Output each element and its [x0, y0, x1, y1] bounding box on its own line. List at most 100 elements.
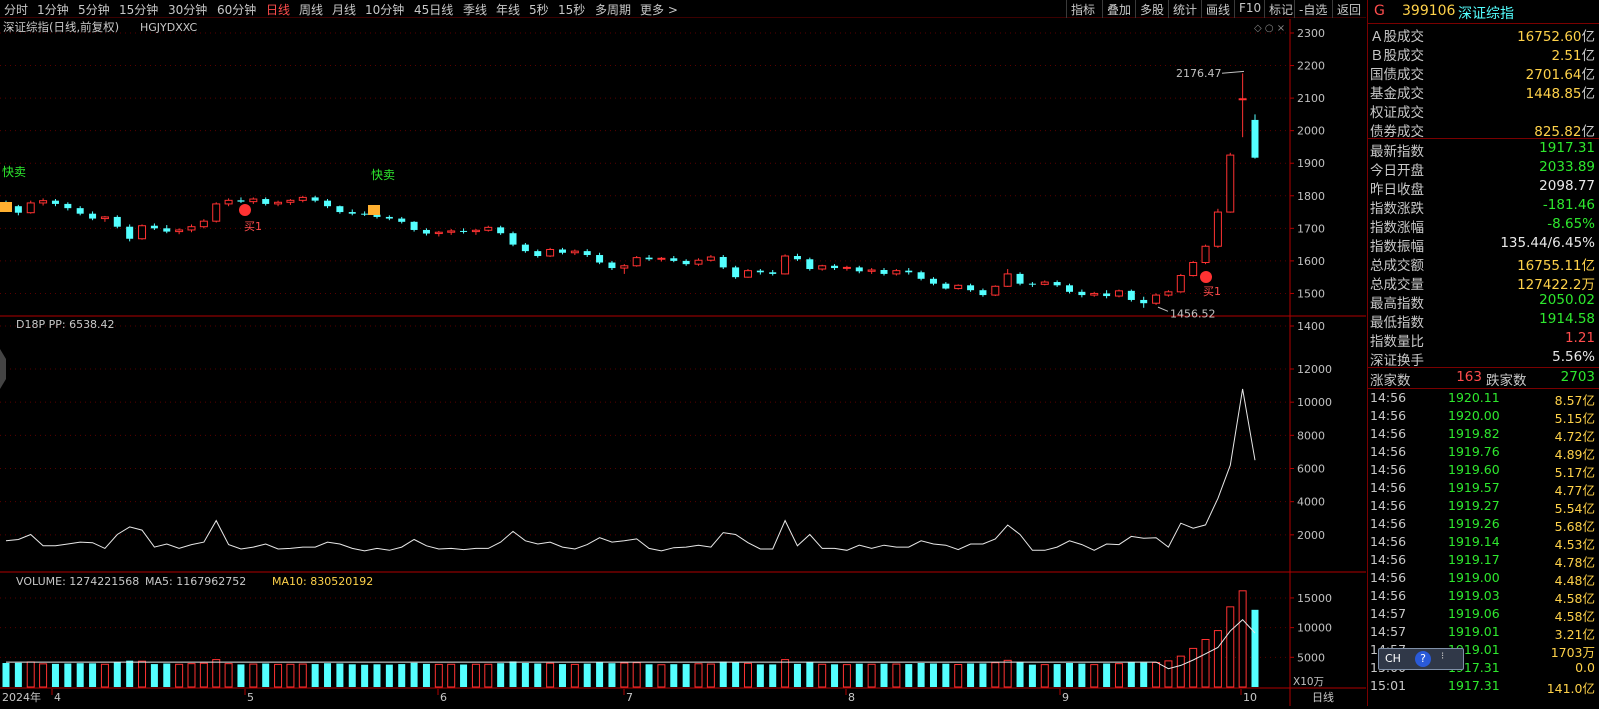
volume-bar-down	[113, 661, 121, 687]
toolbar-btn-2[interactable]: 多股	[1135, 0, 1168, 18]
price-tick-label: 2100	[1297, 92, 1325, 105]
kline-chart-area[interactable]: 2300 2200 2100 2000 1900 1800 1700 1600 1500 1400…	[0, 19, 1366, 706]
volume-bar-down	[51, 663, 59, 687]
candle-body-up	[175, 229, 184, 233]
ime-bar[interactable]: CH ? ⁝	[1378, 648, 1464, 670]
volume-bar-up	[175, 663, 184, 688]
high-price-pointer	[1221, 70, 1245, 74]
index-stat-row: 指数涨幅 -8.65%	[1368, 215, 1599, 236]
ime-lang[interactable]: CH	[1385, 652, 1401, 665]
period-tab-12[interactable]: 年线	[496, 1, 520, 18]
index-stat-row: 深证换手 5.56%	[1368, 348, 1599, 369]
tick-row[interactable]: 14:56 1919.03 4.58亿	[1368, 587, 1599, 606]
row-value: 127422.2万	[1517, 277, 1595, 293]
period-tab-9[interactable]: 10分钟	[365, 1, 404, 18]
unit: 亿	[1581, 124, 1596, 140]
tick-time: 14:56	[1370, 516, 1407, 531]
kline-chart[interactable]: 2300 2200 2100 2000 1900 1800 1700 1600 1500 1400…	[0, 19, 1366, 706]
volume-bar-up	[1201, 639, 1210, 688]
tick-row[interactable]: 14:56 1920.00 5.15亿	[1368, 407, 1599, 426]
toolbar-btn-7[interactable]: -自选	[1294, 0, 1332, 18]
period-tab-0[interactable]: 分时	[4, 1, 28, 18]
toolbar-btn-0[interactable]: 指标	[1066, 0, 1102, 18]
quote-header: G 399106 深证综指	[1368, 0, 1599, 24]
tick-row[interactable]: 14:56 1920.11 8.57亿	[1368, 389, 1599, 408]
period-tab-1[interactable]: 1分钟	[37, 1, 69, 18]
tick-row[interactable]: 14:57 1919.06 4.58亿	[1368, 605, 1599, 624]
volume-bar-down	[237, 664, 245, 687]
period-tab-5[interactable]: 60分钟	[217, 1, 256, 18]
tick-row[interactable]: 14:56 1919.17 4.78亿	[1368, 551, 1599, 570]
period-tab-2[interactable]: 5分钟	[78, 1, 110, 18]
volume-bar-down	[1103, 663, 1111, 687]
ime-menu-icon[interactable]: ⁝	[1441, 651, 1444, 662]
period-tab-4[interactable]: 30分钟	[168, 1, 207, 18]
candle-body-down	[596, 255, 604, 263]
low-price-label: 1456.52	[1170, 308, 1216, 321]
period-tab-15[interactable]: 多周期	[595, 1, 631, 18]
tick-price: 1919.76	[1448, 444, 1500, 459]
period-tab-10[interactable]: 45日线	[414, 1, 453, 18]
volume-bar-down	[348, 664, 356, 687]
volume-bar-down	[967, 663, 975, 687]
volume-bar-down	[497, 663, 505, 687]
toolbar-btn-4[interactable]: 画线	[1201, 0, 1234, 18]
tick-row[interactable]: 14:56 1919.00 4.48亿	[1368, 569, 1599, 588]
vol-label: VOLUME: 1274221568	[16, 575, 139, 588]
tick-row[interactable]: 14:56 1919.60 5.17亿	[1368, 461, 1599, 480]
tick-time: 14:56	[1370, 552, 1407, 567]
toolbar-btn-6[interactable]: 标记	[1264, 0, 1294, 18]
tick-row[interactable]: 14:56 1919.57 4.77亿	[1368, 479, 1599, 498]
candle-body-down	[793, 256, 801, 260]
volume-bar-up	[1090, 664, 1099, 688]
turnover-row: Ｂ股成交 2.51亿	[1368, 43, 1599, 64]
osc-tick-label: 2000	[1297, 529, 1325, 542]
tick-row[interactable]: 14:56 1919.27 5.54亿	[1368, 497, 1599, 516]
period-tab-16[interactable]: 更多 >	[640, 1, 678, 18]
toolbar-btn-8[interactable]: 返回	[1332, 0, 1366, 18]
turnover-section: Ａ股成交 16752.60亿 Ｂ股成交 2.51亿 国债成交 2701.64亿 基金成交 14…	[1368, 24, 1599, 140]
tick-row[interactable]: 14:56 1919.82 4.72亿	[1368, 425, 1599, 444]
row-label: 今日开盘	[1370, 163, 1424, 179]
volume-bar-down	[732, 661, 740, 687]
volume-bar-down	[1127, 662, 1135, 687]
tick-row[interactable]: 15:01 1917.31 141.0亿	[1368, 677, 1599, 696]
candle-body-down	[398, 218, 406, 222]
candle-body-up	[954, 284, 963, 290]
candle-body-down	[422, 229, 430, 234]
tick-row[interactable]: 14:57 1919.01 3.21亿	[1368, 623, 1599, 642]
tick-row[interactable]: 14:56 1919.76 4.89亿	[1368, 443, 1599, 462]
toolbar-btn-5[interactable]: F10	[1234, 0, 1264, 18]
tick-row[interactable]: 14:56 1919.14 4.53亿	[1368, 533, 1599, 552]
help-icon[interactable]: ?	[1415, 651, 1431, 667]
candle-body-up	[1201, 245, 1210, 264]
period-tab-7[interactable]: 周线	[299, 1, 323, 18]
candle-body-up	[1176, 275, 1185, 293]
period-tab-6[interactable]: 日线	[266, 1, 290, 18]
candle-body-up	[620, 265, 629, 269]
turnover-row: Ａ股成交 16752.60亿	[1368, 24, 1599, 45]
period-tab-13[interactable]: 5秒	[529, 1, 549, 18]
candle-body-down	[1127, 290, 1135, 300]
candle-body-up	[212, 203, 221, 222]
period-tab-11[interactable]: 季线	[463, 1, 487, 18]
candle-body-up	[1164, 291, 1173, 296]
price-tick-label: 2200	[1297, 60, 1325, 73]
row-value: 16752.60亿	[1517, 25, 1595, 45]
period-tab-14[interactable]: 15秒	[558, 1, 585, 18]
volume-bar-up	[706, 663, 715, 688]
toolbar-btn-3[interactable]: 统计	[1168, 0, 1201, 18]
vol-tick-label: 10000	[1297, 622, 1332, 635]
toolbar-btn-1[interactable]: 叠加	[1102, 0, 1135, 18]
osc-tick-label: 8000	[1297, 429, 1325, 442]
period-tab-8[interactable]: 月线	[332, 1, 356, 18]
volume-bar-down	[534, 663, 542, 687]
month-label: 6	[440, 691, 447, 704]
tick-time: 14:56	[1370, 426, 1407, 441]
period-tab-3[interactable]: 15分钟	[119, 1, 158, 18]
tick-row[interactable]: 14:56 1919.26 5.68亿	[1368, 515, 1599, 534]
candle-body-down	[460, 230, 468, 232]
stock-name: 深证综指	[1458, 6, 1514, 22]
index-stat-row: 指数涨跌 -181.46	[1368, 196, 1599, 217]
row-label: 深证换手	[1370, 353, 1424, 369]
